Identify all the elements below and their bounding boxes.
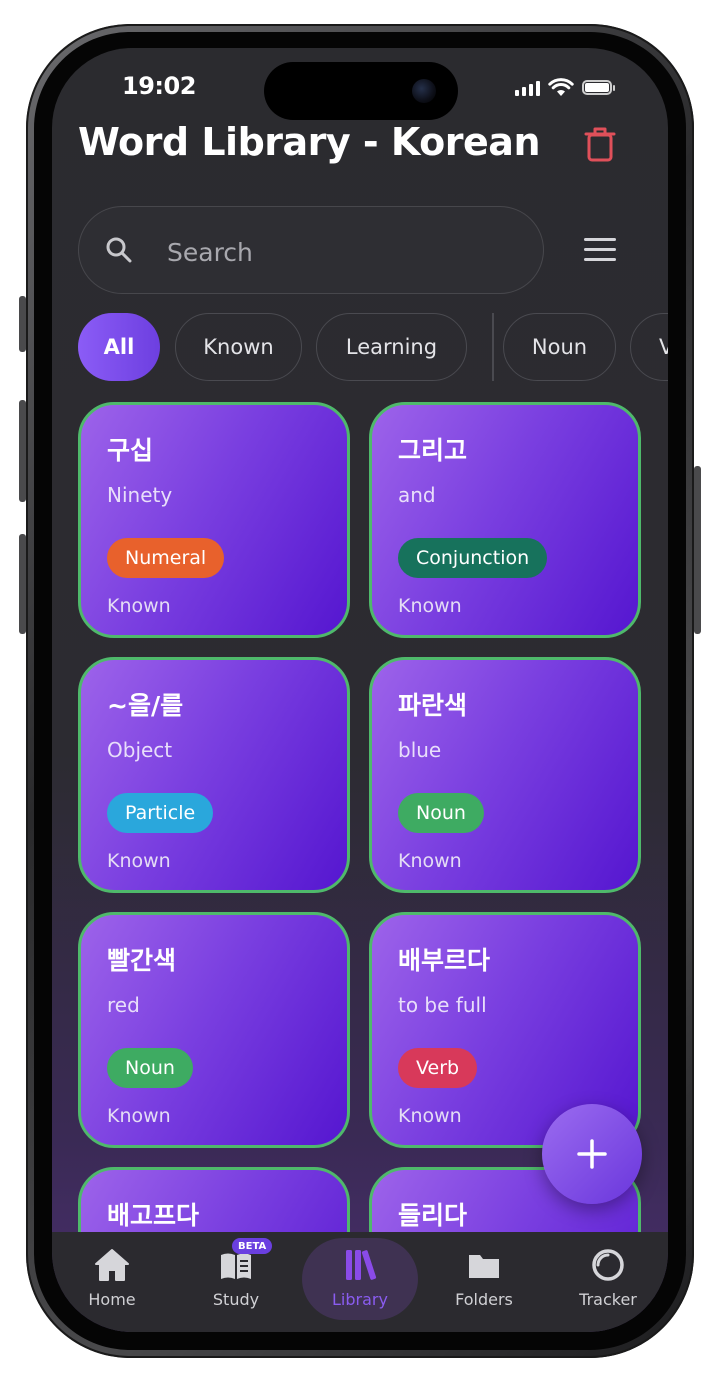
- filter-chip-noun[interactable]: Noun: [503, 313, 616, 381]
- part-of-speech-tag: Verb: [398, 1048, 478, 1088]
- word-text: 파란색: [398, 691, 468, 720]
- nav-label: Home: [88, 1290, 136, 1309]
- learning-status: Known: [398, 595, 462, 617]
- beta-badge: BETA: [232, 1238, 273, 1254]
- learning-status: Known: [107, 1105, 171, 1127]
- filter-chips: All Known Learning Noun V: [78, 313, 668, 381]
- word-meaning: to be full: [398, 993, 487, 1017]
- phone-action-button: [19, 296, 26, 352]
- add-word-button[interactable]: [542, 1104, 642, 1204]
- nav-item-library[interactable]: Library: [300, 1232, 420, 1322]
- word-meaning: blue: [398, 738, 442, 762]
- app-screen: 19:02 Word Library - Korean All Known Le…: [52, 48, 668, 1332]
- phone-power-button: [694, 466, 701, 634]
- plus-icon: [577, 1139, 607, 1169]
- part-of-speech-tag: Noun: [398, 793, 484, 833]
- search-bar[interactable]: [78, 206, 544, 294]
- part-of-speech-tag: Numeral: [107, 538, 225, 578]
- filter-chip-verb[interactable]: V: [630, 313, 668, 381]
- word-meaning: red: [107, 993, 140, 1017]
- word-meaning: and: [398, 483, 436, 507]
- word-text: 들리다: [398, 1201, 468, 1230]
- word-text: 배고프다: [107, 1201, 200, 1230]
- battery-icon: [582, 80, 615, 95]
- trash-icon[interactable]: [584, 126, 616, 162]
- nav-label: Study: [212, 1290, 260, 1309]
- tracker-icon: [592, 1249, 624, 1281]
- learning-status: Known: [398, 850, 462, 872]
- learning-status: Known: [107, 595, 171, 617]
- part-of-speech-tag: Particle: [107, 793, 214, 833]
- nav-label: Folders: [455, 1290, 513, 1309]
- cellular-signal-icon: [515, 80, 540, 96]
- word-card[interactable]: 구십 Ninety Numeral Known: [78, 402, 350, 638]
- word-text: 배부르다: [398, 946, 491, 975]
- nav-item-home[interactable]: Home: [52, 1232, 172, 1322]
- phone-volume-up-button: [19, 400, 26, 502]
- search-icon: [106, 237, 132, 263]
- part-of-speech-tag: Conjunction: [398, 538, 548, 578]
- learning-status: Known: [107, 850, 171, 872]
- camera-lens: [412, 79, 436, 103]
- word-card[interactable]: ~을/를 Object Particle Known: [78, 657, 350, 893]
- word-card[interactable]: 배고프다: [78, 1167, 350, 1232]
- word-text: ~을/를: [107, 691, 184, 720]
- home-icon: [95, 1249, 129, 1281]
- nav-item-tracker[interactable]: Tracker: [548, 1232, 668, 1322]
- word-card[interactable]: 빨간색 red Noun Known: [78, 912, 350, 1148]
- word-meaning: Object: [107, 738, 173, 762]
- filter-chip-all[interactable]: All: [78, 313, 160, 381]
- chip-divider: [492, 313, 494, 381]
- nav-item-folders[interactable]: Folders: [424, 1232, 544, 1322]
- filter-chip-known[interactable]: Known: [175, 313, 302, 381]
- folder-icon: [469, 1255, 499, 1278]
- word-text: 빨간색: [107, 946, 177, 975]
- wifi-icon: [548, 78, 574, 96]
- library-icon: [346, 1250, 377, 1280]
- word-meaning: Ninety: [107, 483, 173, 507]
- word-text: 그리고: [398, 436, 468, 465]
- learning-status: Known: [398, 1105, 462, 1127]
- word-grid: 구십 Ninety Numeral Known 그리고 and Conjunct…: [78, 402, 642, 1232]
- phone-volume-down-button: [19, 534, 26, 634]
- word-card[interactable]: 파란색 blue Noun Known: [369, 657, 641, 893]
- part-of-speech-tag: Noun: [107, 1048, 193, 1088]
- bottom-navigation: Home Study BETA Library Folders Tracker: [52, 1232, 668, 1332]
- search-input[interactable]: [165, 229, 519, 275]
- word-card[interactable]: 그리고 and Conjunction Known: [369, 402, 641, 638]
- filter-chip-learning[interactable]: Learning: [316, 313, 467, 381]
- status-icons: [515, 78, 615, 97]
- dynamic-island: [264, 62, 458, 120]
- hamburger-menu-icon[interactable]: [584, 238, 616, 262]
- word-text: 구십: [107, 436, 154, 465]
- nav-label: Library: [332, 1290, 388, 1309]
- nav-label: Tracker: [579, 1290, 637, 1309]
- status-time: 19:02: [122, 72, 196, 100]
- page-title: Word Library - Korean: [78, 120, 541, 164]
